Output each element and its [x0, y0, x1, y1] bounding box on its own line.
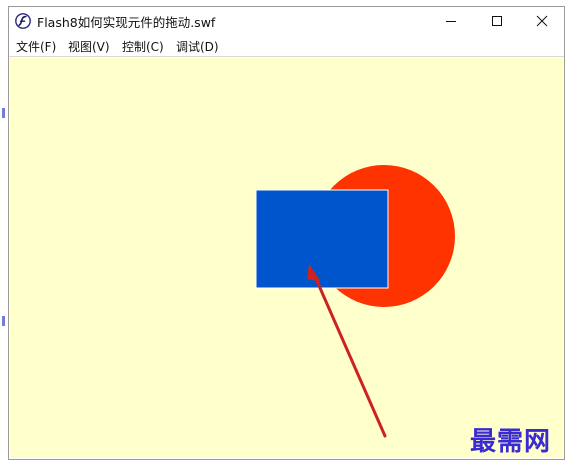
watermark-logo: 最需网	[470, 427, 552, 457]
flash-stage[interactable]	[10, 58, 563, 458]
menu-control[interactable]: 控制(C)	[122, 38, 164, 55]
menu-bar: 文件(F) 视图(V) 控制(C) 调试(D)	[9, 35, 564, 57]
left-edge-mark	[2, 108, 5, 118]
menu-file[interactable]: 文件(F)	[16, 38, 56, 55]
minimize-button[interactable]	[428, 7, 474, 35]
blue-rectangle-movieclip[interactable]	[255, 189, 389, 289]
stage-canvas	[255, 165, 455, 438]
flash-player-icon	[15, 13, 31, 29]
minimize-icon	[446, 21, 456, 22]
left-edge-mark	[2, 316, 5, 326]
maximize-icon	[492, 16, 502, 26]
menu-view[interactable]: 视图(V)	[68, 38, 110, 55]
maximize-button[interactable]	[474, 7, 520, 35]
close-icon	[536, 15, 548, 27]
title-bar[interactable]: Flash8如何实现元件的拖动.swf	[9, 7, 564, 35]
menu-debug[interactable]: 调试(D)	[176, 38, 219, 55]
close-button[interactable]	[519, 7, 565, 35]
flash-player-window: Flash8如何实现元件的拖动.swf 文件(F) 视图(V) 控制(C) 调试…	[8, 6, 565, 460]
window-title: Flash8如何实现元件的拖动.swf	[37, 15, 216, 30]
